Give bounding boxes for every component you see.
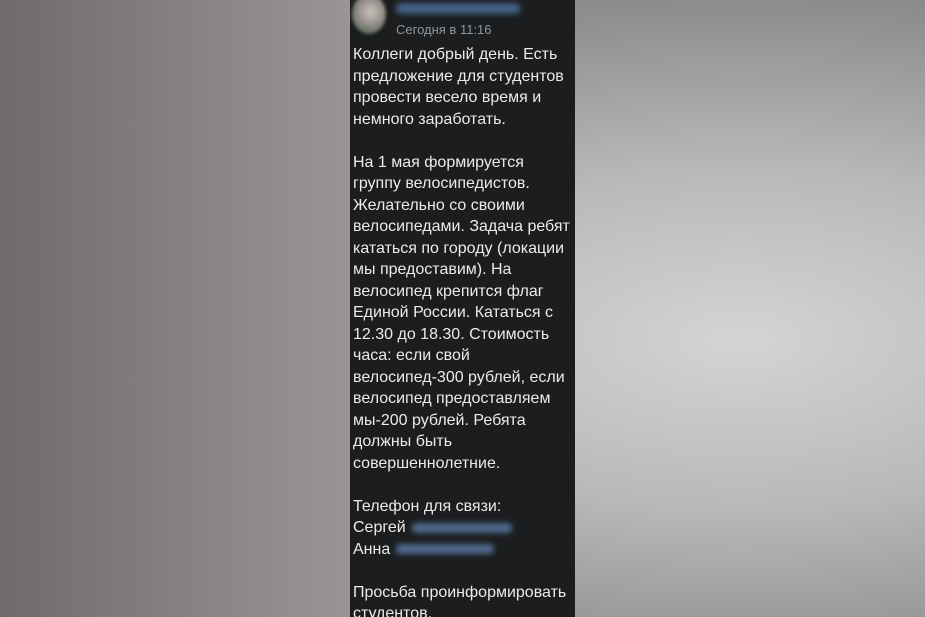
text-line: группу велосипедистов. [353,175,530,192]
post-text: Коллеги добрый день. Есть предложение дл… [353,44,575,617]
text-line: провести весело время и [353,89,542,106]
background-left [0,0,350,617]
text-line: Единой России. Кататься с [353,304,554,321]
contact-row: Сергей [353,517,575,539]
contact-name: Сергей [353,519,406,536]
text-line: мы предоставим). На [353,261,512,278]
text-line: велосипедами. Задача ребят [353,218,570,235]
text-line: мы-200 рублей. Ребята [353,411,526,429]
text-line: должны быть [353,433,453,450]
phone-number-blurred[interactable] [396,544,495,555]
text-line: совершеннолетние. [353,454,501,472]
text-line: немного заработать. [353,110,506,128]
text-line: 12.30 до 18.30. Стоимость [353,325,550,343]
phone-number-blurred[interactable] [411,522,512,533]
author-name-blurred[interactable] [396,3,520,14]
avatar[interactable] [352,0,386,34]
contact-name: Анна [353,540,391,558]
text-line: часа: если свой [353,347,470,364]
text-line: Коллеги добрый день. Есть [353,46,558,63]
text-line: Просьба проинформировать [353,583,567,601]
text-line: кататься по городу (локации [353,239,565,257]
contacts-heading: Телефон для связи: [353,497,502,515]
text-line: студентов. [353,605,433,617]
text-line: велосипед-300 рублей, если [353,368,565,386]
text-line: Желательно со своими [353,196,525,214]
message-panel: Сегодня в 11:16 Коллеги добрый день. Ест… [350,0,575,617]
text-line: велосипед крепится флаг [353,282,544,300]
text-line: На 1 мая формируется [353,153,524,171]
contact-row: Анна [353,539,575,561]
text-line: предложение для студентов [353,67,564,85]
text-line: велосипед предоставляем [353,390,551,407]
post-header: Сегодня в 11:16 [350,0,575,42]
post-time: Сегодня в 11:16 [396,22,492,37]
